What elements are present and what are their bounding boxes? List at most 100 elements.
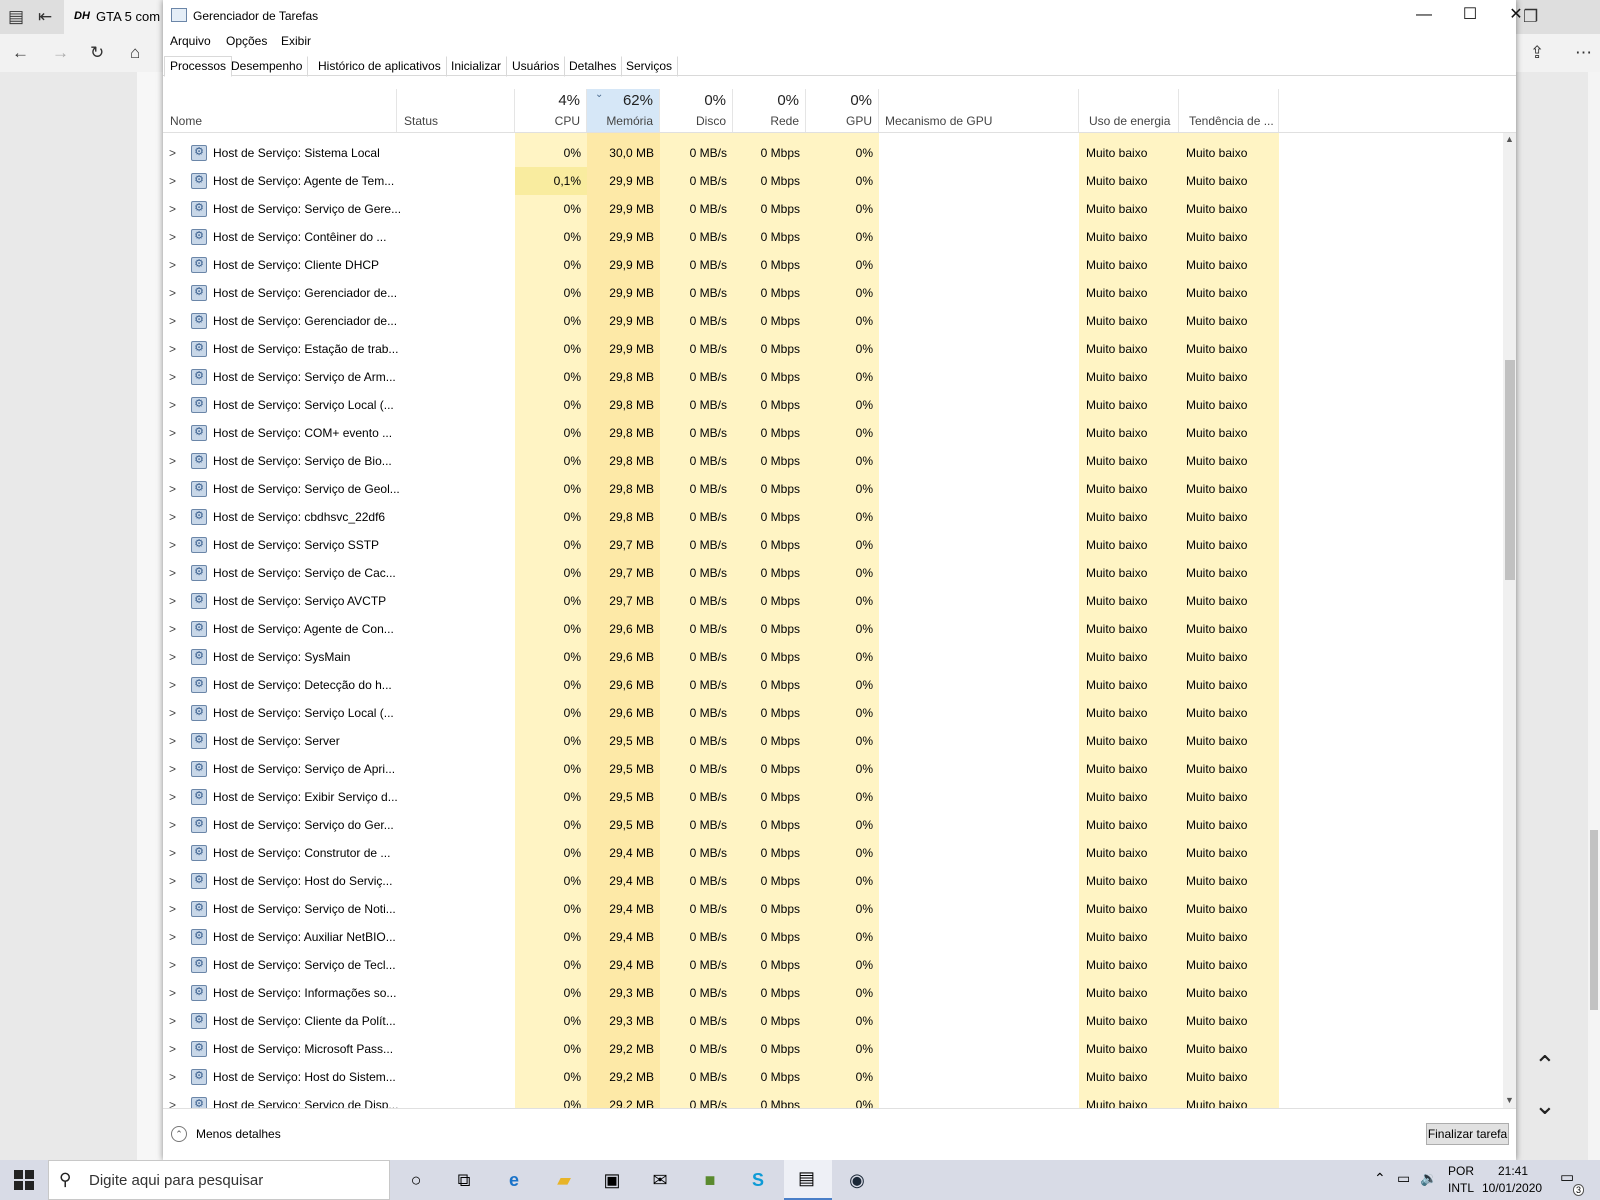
table-row[interactable]: > ⚙ Host de Serviço: Agente de Tem... 0,1% 2… <box>163 167 1503 195</box>
task-manager-taskbar-button[interactable]: ▤ <box>784 1160 832 1200</box>
scroll-up-icon[interactable]: ▲ <box>1505 134 1514 144</box>
expand-chevron-icon[interactable]: > <box>169 167 176 195</box>
cortana-icon[interactable]: ○ <box>402 1166 430 1194</box>
expand-chevron-icon[interactable]: > <box>169 475 176 503</box>
task-view-icon[interactable]: ⧉ <box>450 1166 478 1194</box>
expand-chevron-icon[interactable]: > <box>169 783 176 811</box>
end-task-button[interactable]: Finalizar tarefa <box>1426 1123 1509 1145</box>
table-row[interactable]: > ⚙ Host de Serviço: Informações so... 0% 29… <box>163 979 1503 1007</box>
tab-inicializar[interactable]: Inicializar <box>445 56 508 77</box>
tab-servicos[interactable]: Serviços <box>620 56 679 77</box>
tab-usuarios[interactable]: Usuários <box>506 56 566 77</box>
expand-chevron-icon[interactable]: > <box>169 391 176 419</box>
table-row[interactable]: > ⚙ Host de Serviço: Microsoft Pass... 0% 29… <box>163 1035 1503 1063</box>
tab-actions-icon[interactable]: ▤ <box>8 8 24 25</box>
menu-exibir[interactable]: Exibir <box>281 34 311 48</box>
language-indicator[interactable]: POR <box>1448 1164 1474 1178</box>
skype-icon[interactable]: S <box>744 1166 772 1194</box>
minecraft-icon[interactable]: ■ <box>696 1166 724 1194</box>
table-row[interactable]: > ⚙ Host de Serviço: Serviço de Tecl... 0% 2… <box>163 951 1503 979</box>
expand-chevron-icon[interactable]: > <box>169 979 176 1007</box>
scroll-thumb[interactable] <box>1505 360 1515 580</box>
less-details-link[interactable]: Menos detalhes <box>196 1127 281 1141</box>
network-icon[interactable]: ▭ <box>1397 1170 1410 1187</box>
back-icon[interactable]: ← <box>12 44 29 61</box>
expand-chevron-icon[interactable]: > <box>169 839 176 867</box>
table-row[interactable]: > ⚙ Host de Serviço: Auxiliar NetBIO... 0% 2… <box>163 923 1503 951</box>
table-row[interactable]: > ⚙ Host de Serviço: Serviço do Ger... 0% 29… <box>163 811 1503 839</box>
header-rede[interactable]: 0% Rede <box>733 89 806 132</box>
table-row[interactable]: > ⚙ Host de Serviço: Construtor de ... 0% 29… <box>163 839 1503 867</box>
refresh-icon[interactable]: ↻ <box>90 44 104 61</box>
header-energia[interactable]: Uso de energia <box>1079 89 1179 132</box>
clock-time[interactable]: 21:41 <box>1498 1164 1528 1178</box>
table-row[interactable]: > ⚙ Host de Serviço: COM+ evento ... 0% 29,8… <box>163 419 1503 447</box>
file-explorer-icon[interactable]: ▰ <box>550 1166 578 1194</box>
expand-chevron-icon[interactable]: > <box>169 643 176 671</box>
table-row[interactable]: > ⚙ Host de Serviço: Detecção do h... 0% 29,… <box>163 671 1503 699</box>
expand-chevron-icon[interactable]: > <box>169 139 176 167</box>
table-row[interactable]: > ⚙ Host de Serviço: Cliente da Polít... 0%… <box>163 1007 1503 1035</box>
expand-chevron-icon[interactable]: > <box>169 615 176 643</box>
table-row[interactable]: > ⚙ Host de Serviço: Serviço de Bio... 0% 29… <box>163 447 1503 475</box>
table-row[interactable]: > ⚙ Host de Serviço: Contêiner do ... 0% 29,… <box>163 223 1503 251</box>
expand-chevron-icon[interactable]: > <box>169 699 176 727</box>
expand-chevron-icon[interactable]: > <box>169 195 176 223</box>
process-list-scrollbar[interactable] <box>1503 133 1516 1108</box>
expand-chevron-icon[interactable]: > <box>169 335 176 363</box>
show-hidden-icons-chevron-icon[interactable]: ⌃ <box>1374 1170 1386 1187</box>
minimize-button[interactable]: — <box>1401 0 1447 32</box>
expand-chevron-icon[interactable]: > <box>169 419 176 447</box>
table-row[interactable]: > ⚙ Host de Serviço: Serviço SSTP 0% 29,7 MB… <box>163 531 1503 559</box>
expand-chevron-icon[interactable]: > <box>169 363 176 391</box>
expand-chevron-icon[interactable]: > <box>169 811 176 839</box>
expand-chevron-icon[interactable]: > <box>169 587 176 615</box>
forward-icon[interactable]: → <box>52 44 69 61</box>
header-gpu-engine[interactable]: Mecanismo de GPU <box>879 89 1079 132</box>
table-row[interactable]: > ⚙ Host de Serviço: Host do Sistem... 0% 29… <box>163 1063 1503 1091</box>
share-icon[interactable]: ⇪ <box>1530 44 1544 61</box>
menu-arquivo[interactable]: Arquivo <box>170 34 211 48</box>
volume-icon[interactable]: 🔉 <box>1420 1170 1437 1187</box>
expand-chevron-icon[interactable]: > <box>169 307 176 335</box>
tab-processos[interactable]: Processos <box>164 56 233 77</box>
set-aside-tabs-icon[interactable]: ⇤ <box>38 8 52 25</box>
more-icon[interactable]: ⋯ <box>1575 44 1592 61</box>
expand-chevron-icon[interactable]: > <box>169 1035 176 1063</box>
table-row[interactable]: > ⚙ Host de Serviço: Agente de Con... 0% 29,… <box>163 615 1503 643</box>
table-row[interactable]: > ⚙ Host de Serviço: Serviço Local (... 0% 2… <box>163 699 1503 727</box>
table-row[interactable]: > ⚙ Host de Serviço: Cliente DHCP 0% 29,9 MB… <box>163 251 1503 279</box>
expand-chevron-icon[interactable]: > <box>169 671 176 699</box>
table-row[interactable]: > ⚙ Host de Serviço: Serviço de Disp... 0% 2… <box>163 1091 1503 1108</box>
table-row[interactable]: > ⚙ Host de Serviço: Sistema Local 0% 30,0 M… <box>163 139 1503 167</box>
expand-chevron-icon[interactable]: > <box>169 727 176 755</box>
tab-desempenho[interactable]: Desempenho <box>225 56 309 77</box>
table-row[interactable]: > ⚙ Host de Serviço: Gerenciador de... 0% 29… <box>163 279 1503 307</box>
table-row[interactable]: > ⚙ Host de Serviço: Serviço Local (... 0% 2… <box>163 391 1503 419</box>
maximize-button[interactable]: ☐ <box>1447 0 1493 32</box>
header-status[interactable]: Status <box>397 89 515 132</box>
collapse-chevron-icon[interactable]: ⌃ <box>171 1126 187 1142</box>
table-row[interactable]: > ⚙ Host de Serviço: Estação de trab... 0% 2… <box>163 335 1503 363</box>
table-row[interactable]: > ⚙ Host de Serviço: Gerenciador de... 0% 29… <box>163 307 1503 335</box>
clock-date[interactable]: 10/01/2020 <box>1482 1181 1542 1195</box>
tab-detalhes[interactable]: Detalhes <box>563 56 623 77</box>
expand-chevron-icon[interactable]: > <box>169 559 176 587</box>
table-row[interactable]: > ⚙ Host de Serviço: Serviço de Cac... 0% 29… <box>163 559 1503 587</box>
expand-chevron-icon[interactable]: > <box>169 755 176 783</box>
scroll-down-icon[interactable]: ▼ <box>1505 1095 1514 1105</box>
table-row[interactable]: > ⚙ Host de Serviço: Exibir Serviço d... 0%… <box>163 783 1503 811</box>
expand-chevron-icon[interactable]: > <box>169 923 176 951</box>
action-center-icon[interactable]: ▭ <box>1560 1168 1574 1186</box>
table-row[interactable]: > ⚙ Host de Serviço: SysMain 0% 29,6 MB 0 MB/… <box>163 643 1503 671</box>
expand-chevron-icon[interactable]: > <box>169 1007 176 1035</box>
header-tendencia[interactable]: Tendência de ... <box>1179 89 1279 132</box>
table-row[interactable]: > ⚙ Host de Serviço: Serviço de Noti... 0% 2… <box>163 895 1503 923</box>
close-button[interactable]: ✕ <box>1493 0 1539 32</box>
header-cpu[interactable]: 4% CPU <box>515 89 587 132</box>
browser-scroll-thumb[interactable] <box>1590 830 1598 1010</box>
taskbar-search-box[interactable]: ⚲ Digite aqui para pesquisar <box>48 1160 390 1200</box>
header-gpu[interactable]: 0% GPU <box>806 89 879 132</box>
table-row[interactable]: > ⚙ Host de Serviço: Serviço de Gere... 0% 2… <box>163 195 1503 223</box>
expand-chevron-icon[interactable]: > <box>169 1063 176 1091</box>
